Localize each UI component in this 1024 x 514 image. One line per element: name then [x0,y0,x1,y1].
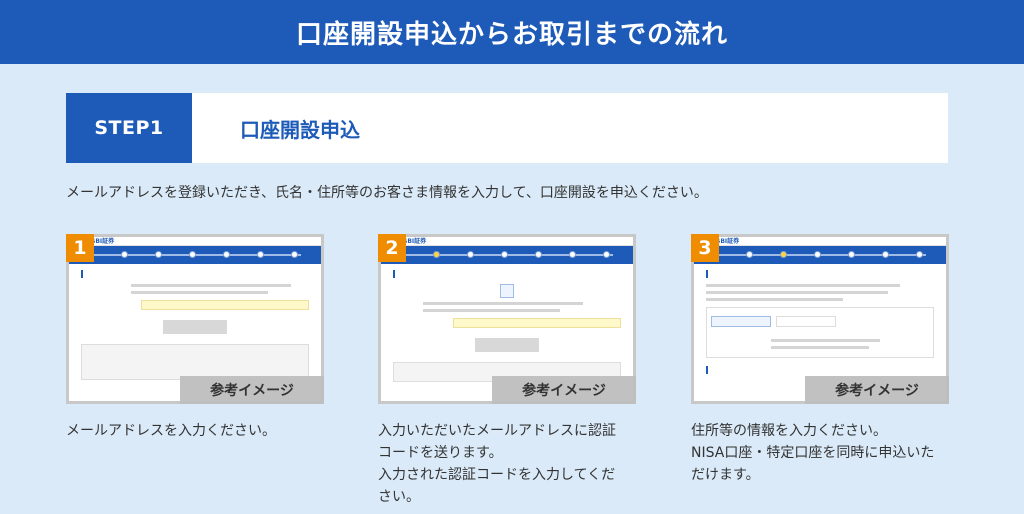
step-number-badge: 3 [691,234,719,262]
caption-line: コードを送ります。 [378,445,503,461]
card-caption-2: 入力いただいたメールアドレスに認証 コードを送ります。 入力された認証コードを入… [378,420,636,508]
thumbnail-section-heading [393,270,621,278]
thumbnail-form-box [706,307,934,358]
thumbnail-progress-bar [694,246,946,264]
thumbnail-progress-bar [381,246,633,264]
reference-image-card-3: SBI証券 3 参考イメージ [691,234,949,404]
thumbnail-section-heading [81,270,309,278]
thumbnail-button [163,320,227,334]
thumbnail-logo-bar: SBI証券 [694,237,946,246]
page-title: 口座開設申込からお取引までの流れ [295,19,728,50]
reference-image-label: 参考イメージ [492,376,636,404]
thumbnail-radio-option [711,316,771,327]
thumbnail-button [475,338,539,352]
reference-image-card-1: SBI証券 1 参考イメージ [66,234,324,404]
step-badge: STEP1 [66,93,192,163]
caption-line: メールアドレスを入力ください。 [66,423,276,439]
step-number-badge: 2 [378,234,406,262]
thumbnail-logo-bar: SBI証券 [381,237,633,246]
step-header: STEP1 口座開設申込 [66,93,948,163]
caption-line: さい。 [378,489,420,505]
thumbnail-envelope-icon [500,284,514,298]
step-number-badge: 1 [66,234,94,262]
step-title: 口座開設申込 [240,117,360,142]
reference-image-card-2: SBI証券 2 参考イメージ [378,234,636,404]
caption-line: 住所等の情報を入力ください。 [691,423,887,439]
reference-image-label: 参考イメージ [805,376,949,404]
thumbnail-code-field [453,318,621,328]
thumbnail-email-field [141,300,309,310]
thumbnail-logo-bar: SBI証券 [69,237,321,246]
reference-image-label: 参考イメージ [180,376,324,404]
card-caption-1: メールアドレスを入力ください。 [66,420,324,442]
thumbnail-section-heading [706,270,934,278]
thumbnail-notice-box [81,344,309,380]
page-header-banner: 口座開設申込からお取引までの流れ [0,0,1024,64]
thumbnail-radio-option [776,316,837,327]
caption-line: NISA口座・特定口座を同時に申込いた [691,445,935,461]
caption-line: 入力された認証コードを入力してくだ [378,467,616,483]
card-caption-3: 住所等の情報を入力ください。 NISA口座・特定口座を同時に申込いた だけます。 [691,420,949,486]
caption-line: だけます。 [691,467,760,483]
step-description: メールアドレスを登録いただき、氏名・住所等のお客さま情報を入力して、口座開設を申… [66,185,708,201]
caption-line: 入力いただいたメールアドレスに認証 [378,423,616,439]
thumbnail-section-heading [706,366,934,374]
thumbnail-progress-bar [69,246,321,264]
